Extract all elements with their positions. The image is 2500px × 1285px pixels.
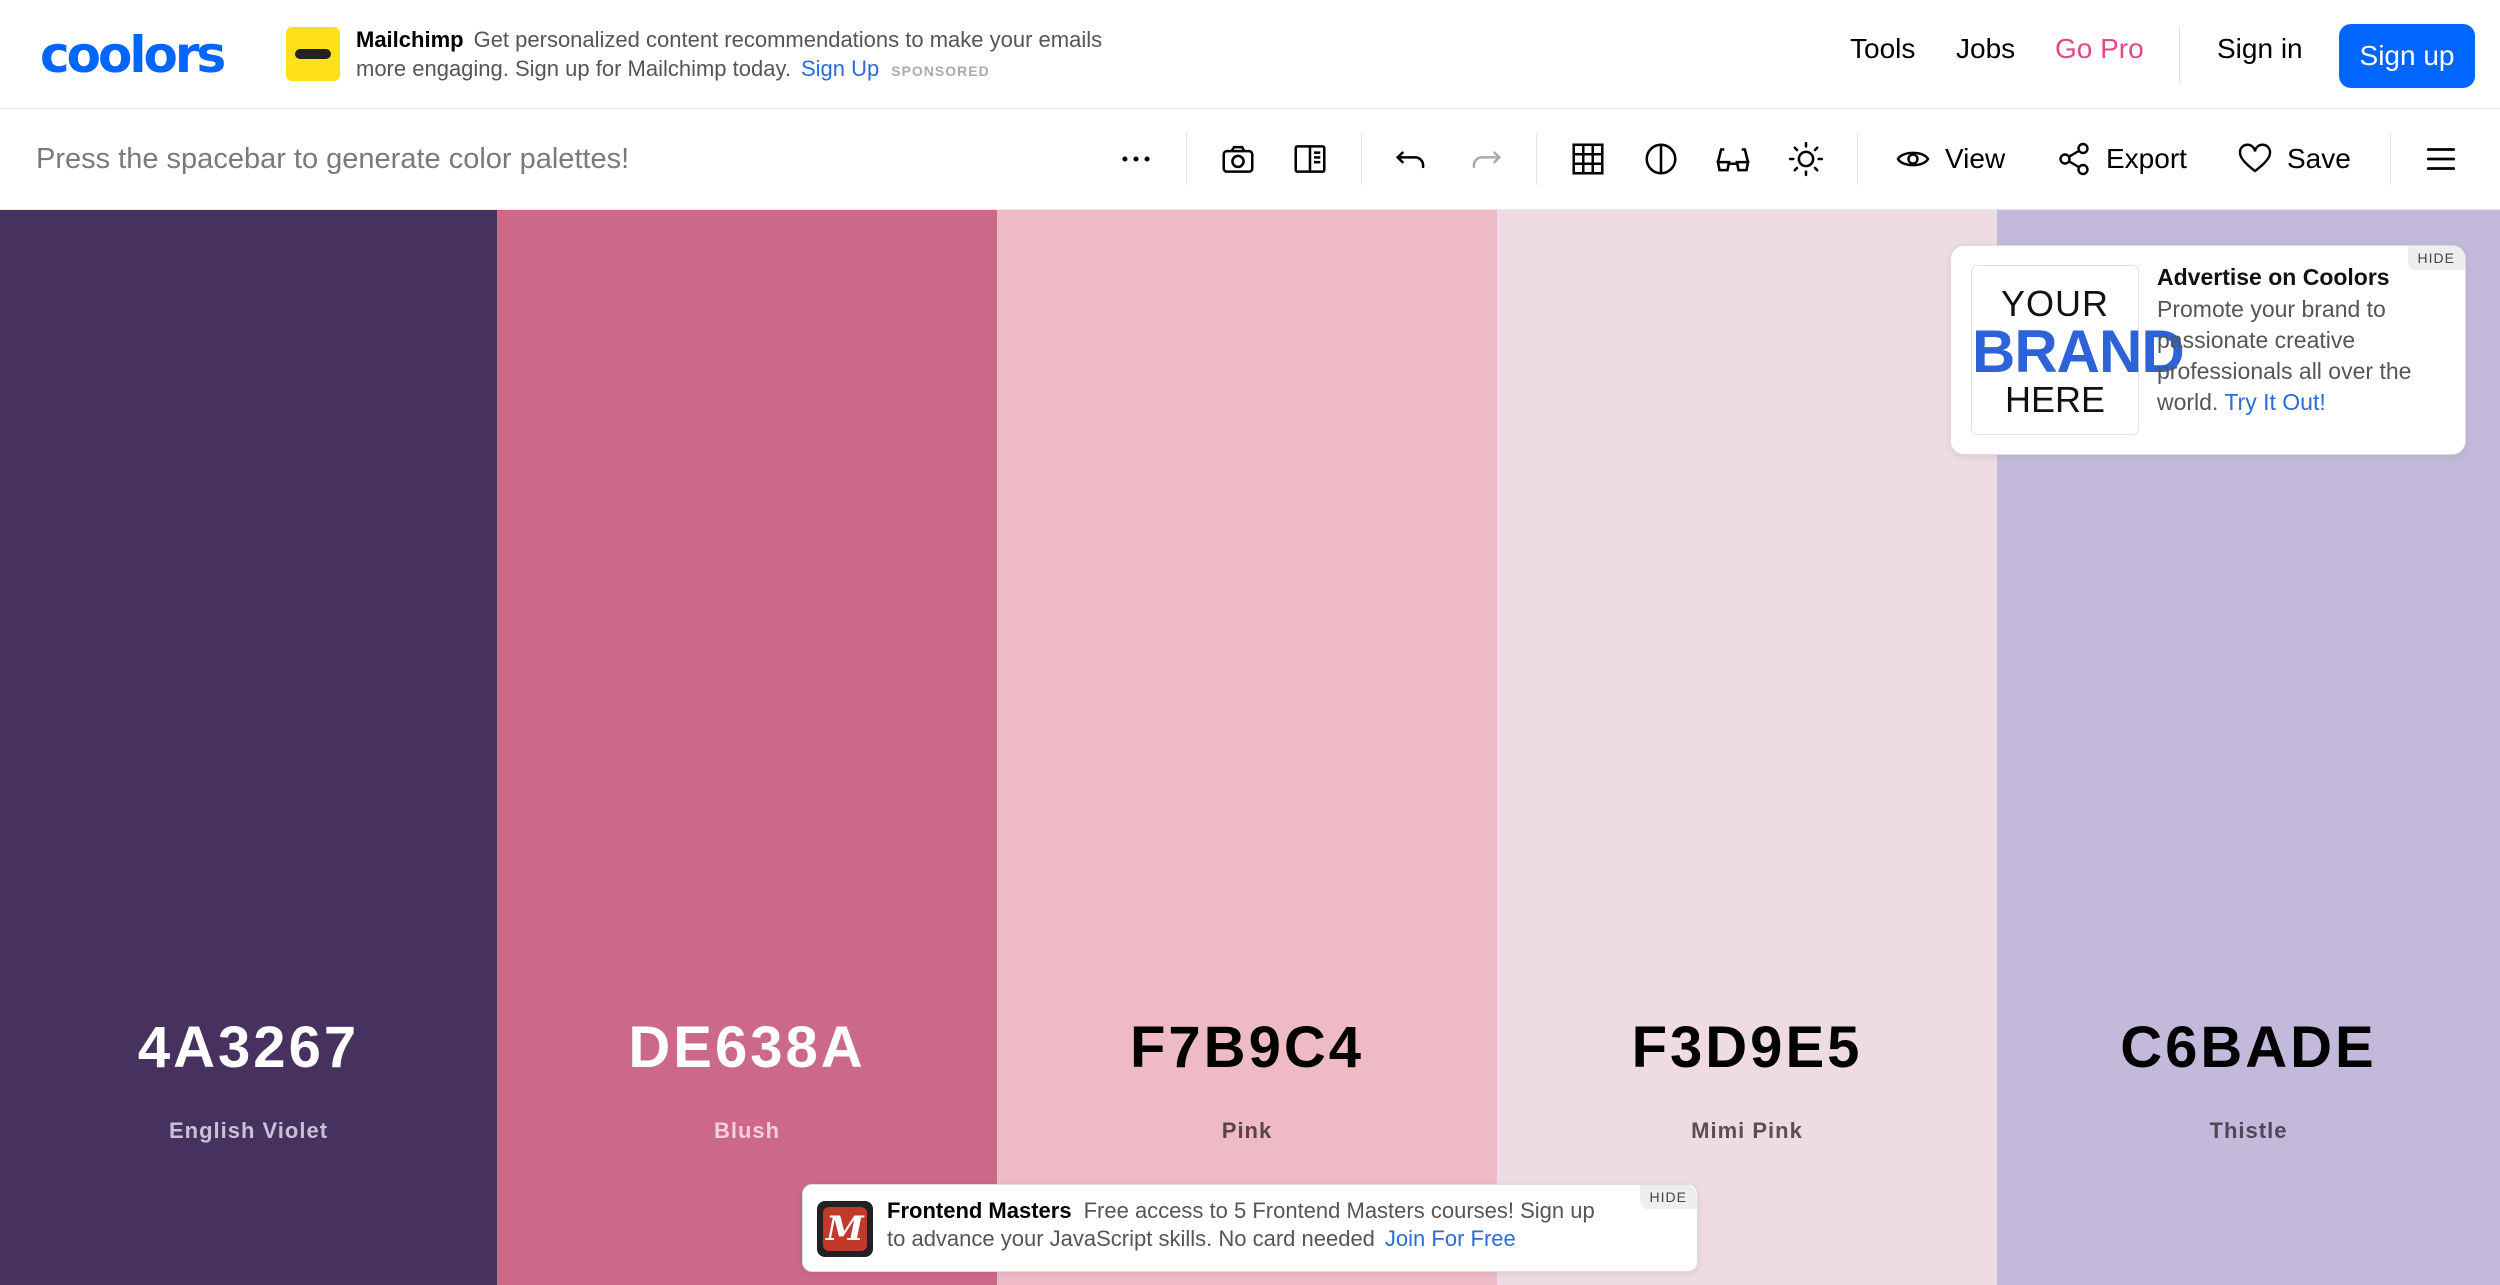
brand-line-3: HERE: [2004, 379, 2106, 420]
top-header: coolors Mailchimp Get personalized conten…: [0, 0, 2500, 109]
color-swatch[interactable]: F7B9C4 Pink: [997, 210, 1497, 1285]
redo-icon[interactable]: [1462, 136, 1508, 182]
frontend-masters-logo-icon: M: [817, 1201, 873, 1257]
hamburger-icon[interactable]: [2418, 136, 2464, 182]
coolors-logo[interactable]: coolors: [40, 26, 226, 84]
nav-tools[interactable]: Tools: [1850, 33, 1915, 65]
nav-go-pro[interactable]: Go Pro: [2055, 33, 2144, 65]
heart-icon: [2238, 143, 2272, 173]
hide-ad-button[interactable]: HIDE: [2407, 246, 2465, 270]
more-icon[interactable]: [1113, 136, 1159, 182]
view-button[interactable]: View: [1895, 136, 2005, 182]
toolbar: Press the spacebar to generate color pal…: [0, 109, 2500, 210]
color-name[interactable]: English Violet: [0, 1118, 497, 1144]
save-button[interactable]: Save: [2237, 136, 2351, 182]
sign-in-link[interactable]: Sign in: [2217, 33, 2303, 65]
mailchimp-logo-icon: [286, 27, 340, 81]
nav-divider: [2179, 26, 2180, 84]
camera-icon[interactable]: [1215, 136, 1261, 182]
your-brand-here-image: YOUR BRAND HERE: [1971, 265, 2185, 435]
color-hex[interactable]: F3D9E5: [1497, 1014, 1997, 1081]
bottom-sponsored-ad[interactable]: M Frontend Masters Free access to 5 Front…: [802, 1184, 1698, 1272]
export-button[interactable]: Export: [2056, 136, 2187, 182]
advertise-card[interactable]: YOUR BRAND HERE Advertise on Coolors Pro…: [1950, 245, 2466, 455]
logo-text: coolors: [40, 26, 226, 84]
color-name[interactable]: Thistle: [1997, 1118, 2500, 1144]
join-for-free-link[interactable]: Join For Free: [1385, 1226, 1516, 1251]
fm-logo-letter: M: [823, 1207, 867, 1251]
sponsored-ad[interactable]: Mailchimp Get personalized content recomm…: [286, 25, 1106, 85]
color-hex[interactable]: F7B9C4: [997, 1014, 1497, 1081]
glasses-icon[interactable]: [1710, 136, 1756, 182]
brand-line-2: BRAND: [1972, 318, 2185, 385]
color-swatch[interactable]: DE638A Blush: [497, 210, 997, 1285]
ad-brand: Mailchimp: [356, 27, 464, 52]
spacebar-hint: Press the spacebar to generate color pal…: [36, 143, 630, 175]
color-hex[interactable]: 4A3267: [0, 1014, 497, 1081]
ad-text-block: Mailchimp Get personalized content recomm…: [356, 25, 1116, 86]
ad-signup-link[interactable]: Sign Up: [801, 56, 879, 81]
grid-icon[interactable]: [1565, 136, 1611, 182]
bottom-ad-brand: Frontend Masters: [887, 1198, 1072, 1223]
toolbar-divider: [1186, 133, 1187, 185]
side-panel-icon[interactable]: [1287, 136, 1333, 182]
color-swatch[interactable]: F3D9E5 Mimi Pink: [1497, 210, 1997, 1285]
toolbar-divider: [1857, 133, 1858, 185]
ad-card-body: Promote your brand to passionate creativ…: [2157, 294, 2437, 418]
color-name[interactable]: Pink: [997, 1118, 1497, 1144]
eye-icon: [1896, 151, 1930, 167]
ad-card-title: Advertise on Coolors: [2157, 264, 2390, 290]
sponsored-label: SPONSORED: [891, 63, 990, 79]
save-label: Save: [2287, 143, 2351, 174]
color-name[interactable]: Mimi Pink: [1497, 1118, 1997, 1144]
toolbar-divider: [1361, 133, 1362, 185]
hide-bottom-ad-button[interactable]: HIDE: [1639, 1185, 1697, 1209]
try-it-out-link[interactable]: Try It Out!: [2224, 389, 2325, 415]
color-swatch[interactable]: 4A3267 English Violet: [0, 210, 497, 1285]
export-label: Export: [2106, 143, 2187, 174]
share-icon: [2059, 142, 2089, 176]
sun-icon[interactable]: [1783, 136, 1829, 182]
undo-icon[interactable]: [1389, 136, 1435, 182]
color-hex[interactable]: C6BADE: [1997, 1014, 2500, 1081]
view-label: View: [1945, 143, 2006, 174]
nav-jobs[interactable]: Jobs: [1956, 33, 2015, 65]
sign-up-button[interactable]: Sign up: [2339, 24, 2475, 88]
toolbar-divider: [2390, 133, 2391, 185]
toolbar-divider: [1536, 133, 1537, 185]
ad-description: Get personalized content recommendations…: [356, 27, 1103, 81]
color-hex[interactable]: DE638A: [497, 1014, 997, 1081]
bottom-ad-text: Frontend Masters Free access to 5 Fronten…: [887, 1197, 1597, 1253]
color-name[interactable]: Blush: [497, 1118, 997, 1144]
contrast-icon[interactable]: [1638, 136, 1684, 182]
